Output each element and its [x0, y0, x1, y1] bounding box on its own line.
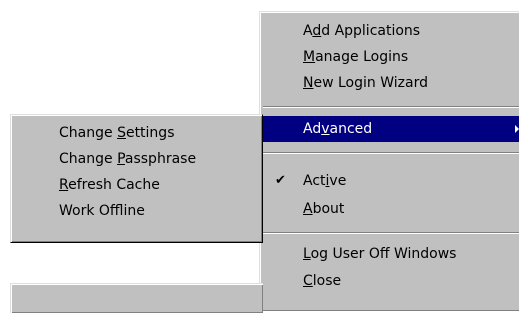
menu-item-refresh-cache[interactable]: Refresh Cache	[14, 172, 259, 198]
submenu-arrow-icon	[515, 125, 519, 133]
menu-separator	[263, 106, 519, 108]
menu-item-about[interactable]: About	[263, 196, 519, 222]
menu-item-change-passphrase[interactable]: Change Passphrase	[14, 146, 259, 172]
context-menu: Add Applications Manage Logins New Login…	[259, 11, 519, 311]
menu-separator	[263, 152, 519, 154]
menu-item-change-settings[interactable]: Change Settings	[14, 120, 259, 146]
menu-item-manage-logins[interactable]: Manage Logins	[263, 44, 519, 70]
menu-item-add-applications[interactable]: Add Applications	[263, 18, 519, 44]
advanced-submenu: Change Settings Change Passphrase Refres…	[10, 114, 263, 243]
menu-item-active[interactable]: ✔ Active	[263, 168, 519, 194]
background-window-edge	[10, 283, 263, 313]
menu-item-new-login-wizard[interactable]: New Login Wizard	[263, 70, 519, 96]
menu-separator	[263, 232, 519, 234]
menu-item-log-user-off-windows[interactable]: Log User Off Windows	[263, 241, 519, 267]
menu-item-close[interactable]: Close	[263, 268, 519, 294]
menu-item-advanced[interactable]: Advanced	[263, 116, 519, 142]
checkmark-icon: ✔	[275, 173, 286, 188]
menu-item-work-offline[interactable]: Work Offline	[14, 198, 259, 224]
